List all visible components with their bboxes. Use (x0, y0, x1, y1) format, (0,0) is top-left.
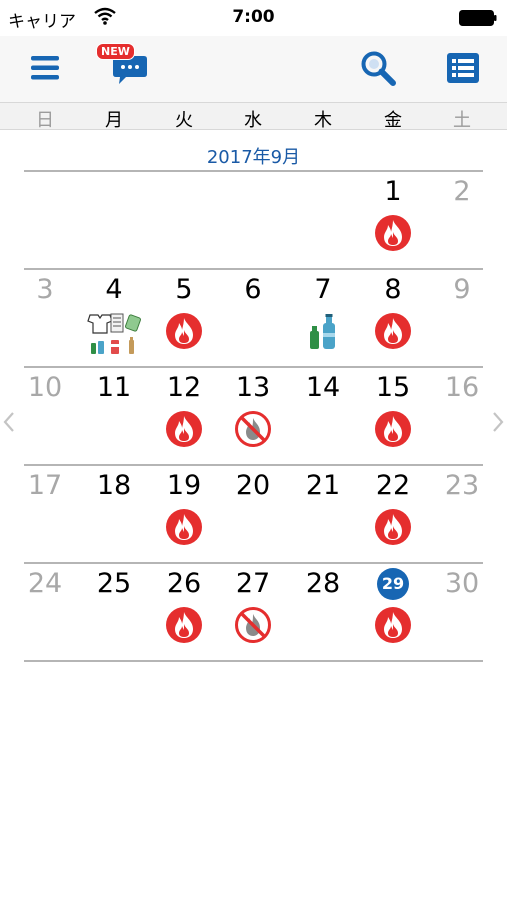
new-badge: NEW (96, 43, 135, 60)
prev-month-arrow[interactable] (2, 410, 16, 434)
day-28[interactable]: 28 (298, 567, 348, 601)
day-13[interactable]: 13 (228, 371, 278, 405)
day-10[interactable]: 10 (20, 371, 70, 405)
day-7[interactable]: 7 (298, 273, 348, 307)
burnable-waste-icon (373, 311, 413, 351)
weekday-fri: 金 (384, 110, 402, 131)
non-burnable-waste-icon (233, 605, 273, 645)
burnable-waste-icon (373, 213, 413, 253)
week-divider (24, 170, 483, 172)
day-30[interactable]: 30 (437, 567, 487, 601)
day-16[interactable]: 16 (437, 371, 487, 405)
month-title: 2017年9月 (206, 147, 301, 168)
day-21[interactable]: 21 (298, 469, 348, 503)
bottles-icon (303, 311, 343, 351)
day-27[interactable]: 27 (228, 567, 278, 601)
day-6[interactable]: 6 (228, 273, 278, 307)
day-20[interactable]: 20 (228, 469, 278, 503)
day-8[interactable]: 8 (368, 273, 418, 307)
day-12[interactable]: 12 (159, 371, 209, 405)
day-11[interactable]: 11 (89, 371, 139, 405)
day-24[interactable]: 24 (20, 567, 70, 601)
burnable-waste-icon (164, 507, 204, 547)
day-19[interactable]: 19 (159, 469, 209, 503)
notifications-button[interactable]: NEW (96, 42, 152, 92)
day-15[interactable]: 15 (368, 371, 418, 405)
burnable-waste-icon (164, 605, 204, 645)
burnable-waste-icon (373, 409, 413, 449)
day-22[interactable]: 22 (368, 469, 418, 503)
week-divider (24, 562, 483, 564)
day-5[interactable]: 5 (159, 273, 209, 307)
battery-icon (459, 10, 497, 26)
burnable-waste-icon (164, 311, 204, 351)
day-25[interactable]: 25 (89, 567, 139, 601)
day-2[interactable]: 2 (437, 175, 487, 209)
weekday-sat: 土 (453, 110, 471, 131)
day-3[interactable]: 3 (20, 273, 70, 307)
toolbar: NEW (0, 36, 507, 102)
week-divider (24, 464, 483, 466)
day-9[interactable]: 9 (437, 273, 487, 307)
weekday-tue: 火 (175, 110, 193, 131)
day-1[interactable]: 1 (368, 175, 418, 209)
non-burnable-waste-icon (233, 409, 273, 449)
weekday-mon: 月 (105, 110, 123, 131)
search-icon[interactable] (360, 50, 396, 86)
day-29-today[interactable]: 29 (377, 568, 409, 600)
resources-icon (84, 313, 144, 355)
day-18[interactable]: 18 (89, 469, 139, 503)
list-icon[interactable] (446, 52, 480, 84)
week-divider (24, 660, 483, 662)
menu-icon[interactable] (30, 54, 60, 82)
weekday-wed: 水 (244, 110, 262, 131)
day-26[interactable]: 26 (159, 567, 209, 601)
next-month-arrow[interactable] (491, 410, 505, 434)
day-4[interactable]: 4 (89, 273, 139, 307)
weekday-header: 日 月 火 水 木 金 土 (0, 102, 507, 131)
day-23[interactable]: 23 (437, 469, 487, 503)
day-17[interactable]: 17 (20, 469, 70, 503)
status-bar: キャリア 7:00 (0, 0, 507, 36)
weekday-thu: 木 (314, 110, 332, 131)
burnable-waste-icon (373, 605, 413, 645)
burnable-waste-icon (373, 507, 413, 547)
burnable-waste-icon (164, 409, 204, 449)
clock: 7:00 (232, 7, 275, 27)
weekday-sun: 日 (36, 110, 54, 131)
week-divider (24, 366, 483, 368)
day-14[interactable]: 14 (298, 371, 348, 405)
week-divider (24, 268, 483, 270)
